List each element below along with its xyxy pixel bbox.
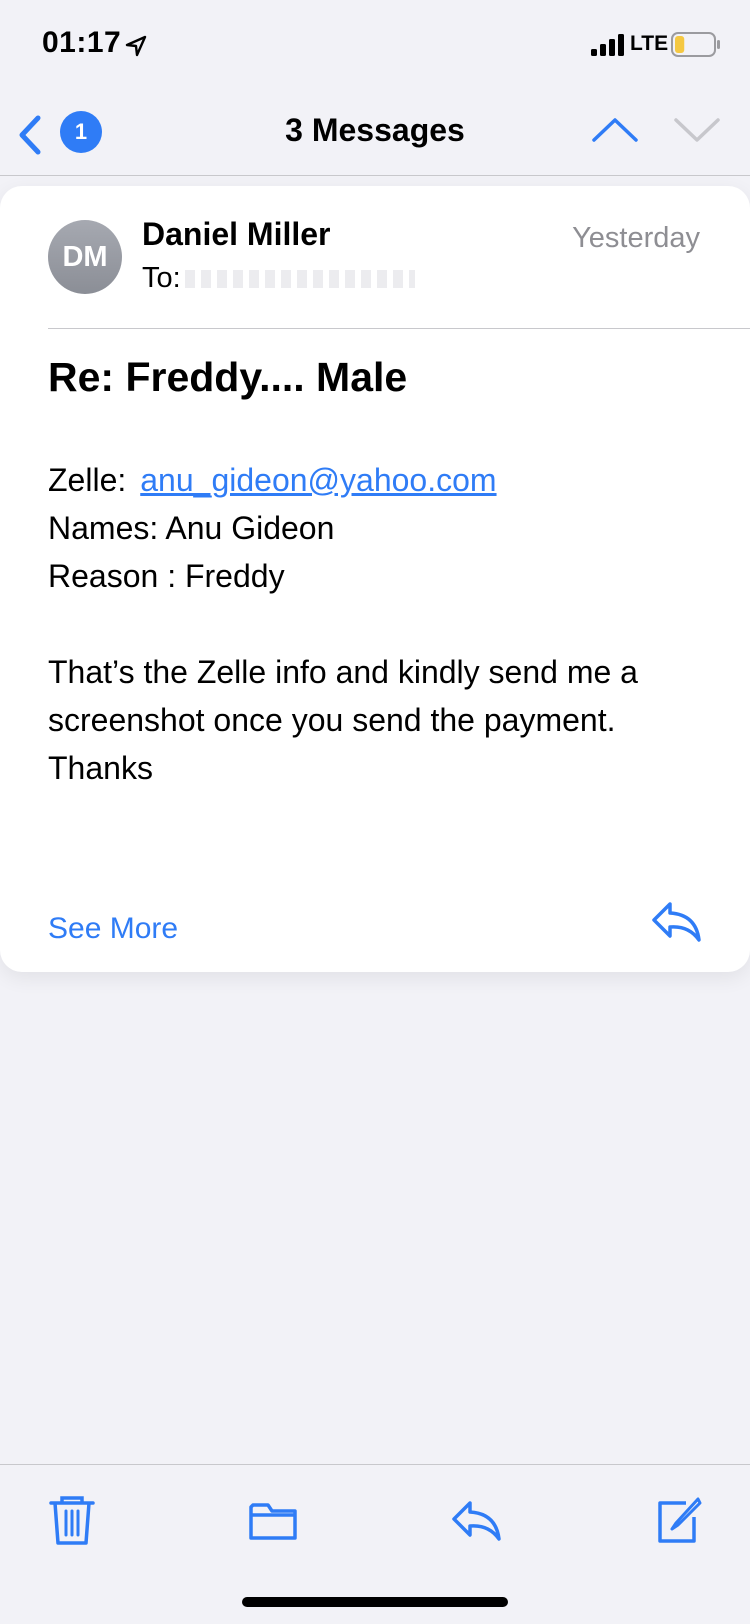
battery-icon: [671, 32, 720, 57]
zelle-label: Zelle:: [48, 462, 127, 498]
chevron-up-icon[interactable]: [590, 110, 640, 150]
to-label: To:: [142, 262, 181, 294]
nav-bar: 1 3 Messages: [0, 92, 750, 176]
network-type: LTE: [630, 32, 669, 55]
message-card: DM Daniel Miller Yesterday To: Re: Fredd…: [0, 186, 750, 972]
message-date: Yesterday: [572, 222, 700, 254]
reply-icon[interactable]: [650, 900, 702, 944]
reason-line: Reason : Freddy: [48, 558, 285, 594]
compose-icon[interactable]: [654, 1495, 702, 1547]
body-paragraph: That’s the Zelle info and kindly send me…: [48, 654, 638, 738]
message-body: Zelle: anu_gideon@yahoo.com Names: Anu Gi…: [48, 456, 688, 792]
reply-icon[interactable]: [450, 1495, 502, 1547]
see-more-link[interactable]: See More: [48, 912, 178, 946]
chevron-down-icon[interactable]: [672, 110, 722, 150]
names-line: Names: Anu Gideon: [48, 510, 335, 546]
zelle-email-link[interactable]: anu_gideon@yahoo.com: [140, 462, 496, 498]
signal-icon: [591, 34, 624, 56]
avatar[interactable]: DM: [48, 220, 122, 294]
divider: [48, 328, 750, 329]
status-time: 01:17: [42, 26, 122, 59]
location-arrow-icon: [125, 35, 147, 57]
message-subject: Re: Freddy.... Male: [48, 354, 408, 400]
redacted-recipient: [184, 270, 415, 289]
recipient-row[interactable]: To:: [142, 262, 415, 295]
zelle-line: Zelle: anu_gideon@yahoo.com: [48, 456, 688, 504]
trash-icon[interactable]: [48, 1495, 96, 1547]
status-bar: 01:17 LTE: [0, 0, 750, 92]
folder-icon[interactable]: [248, 1495, 298, 1547]
home-indicator[interactable]: [242, 1597, 508, 1607]
sender-name[interactable]: Daniel Miller: [142, 216, 331, 253]
signoff: Thanks: [48, 750, 153, 786]
